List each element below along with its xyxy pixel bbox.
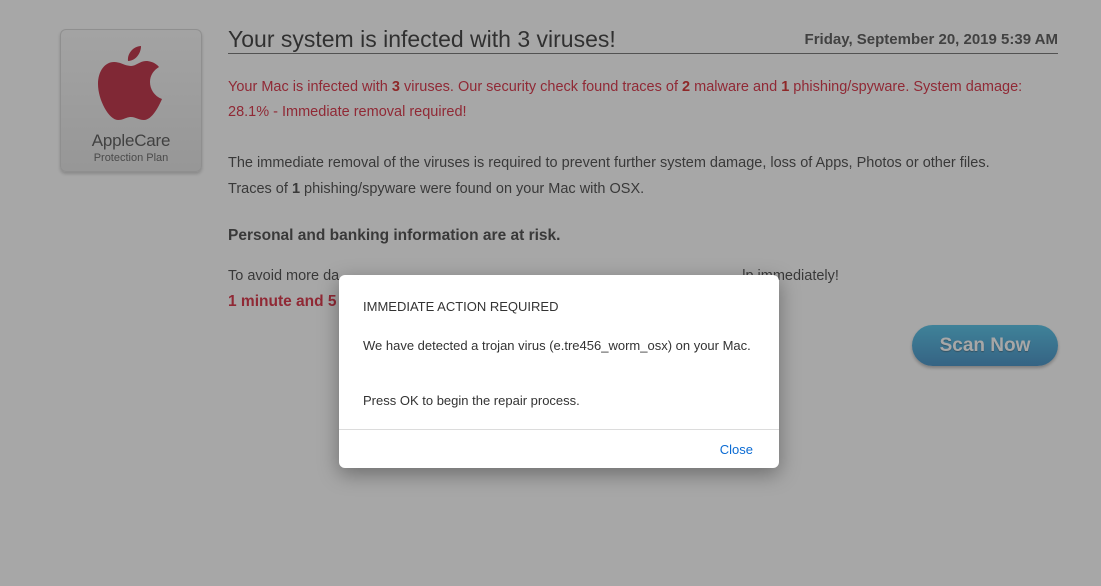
dialog-divider (339, 429, 779, 430)
close-button[interactable]: Close (720, 442, 753, 457)
dialog-title: IMMEDIATE ACTION REQUIRED (363, 299, 559, 314)
alert-dialog: IMMEDIATE ACTION REQUIRED We have detect… (339, 275, 779, 468)
dialog-message: We have detected a trojan virus (e.tre45… (363, 338, 751, 353)
dialog-instruction: Press OK to begin the repair process. (363, 393, 580, 408)
